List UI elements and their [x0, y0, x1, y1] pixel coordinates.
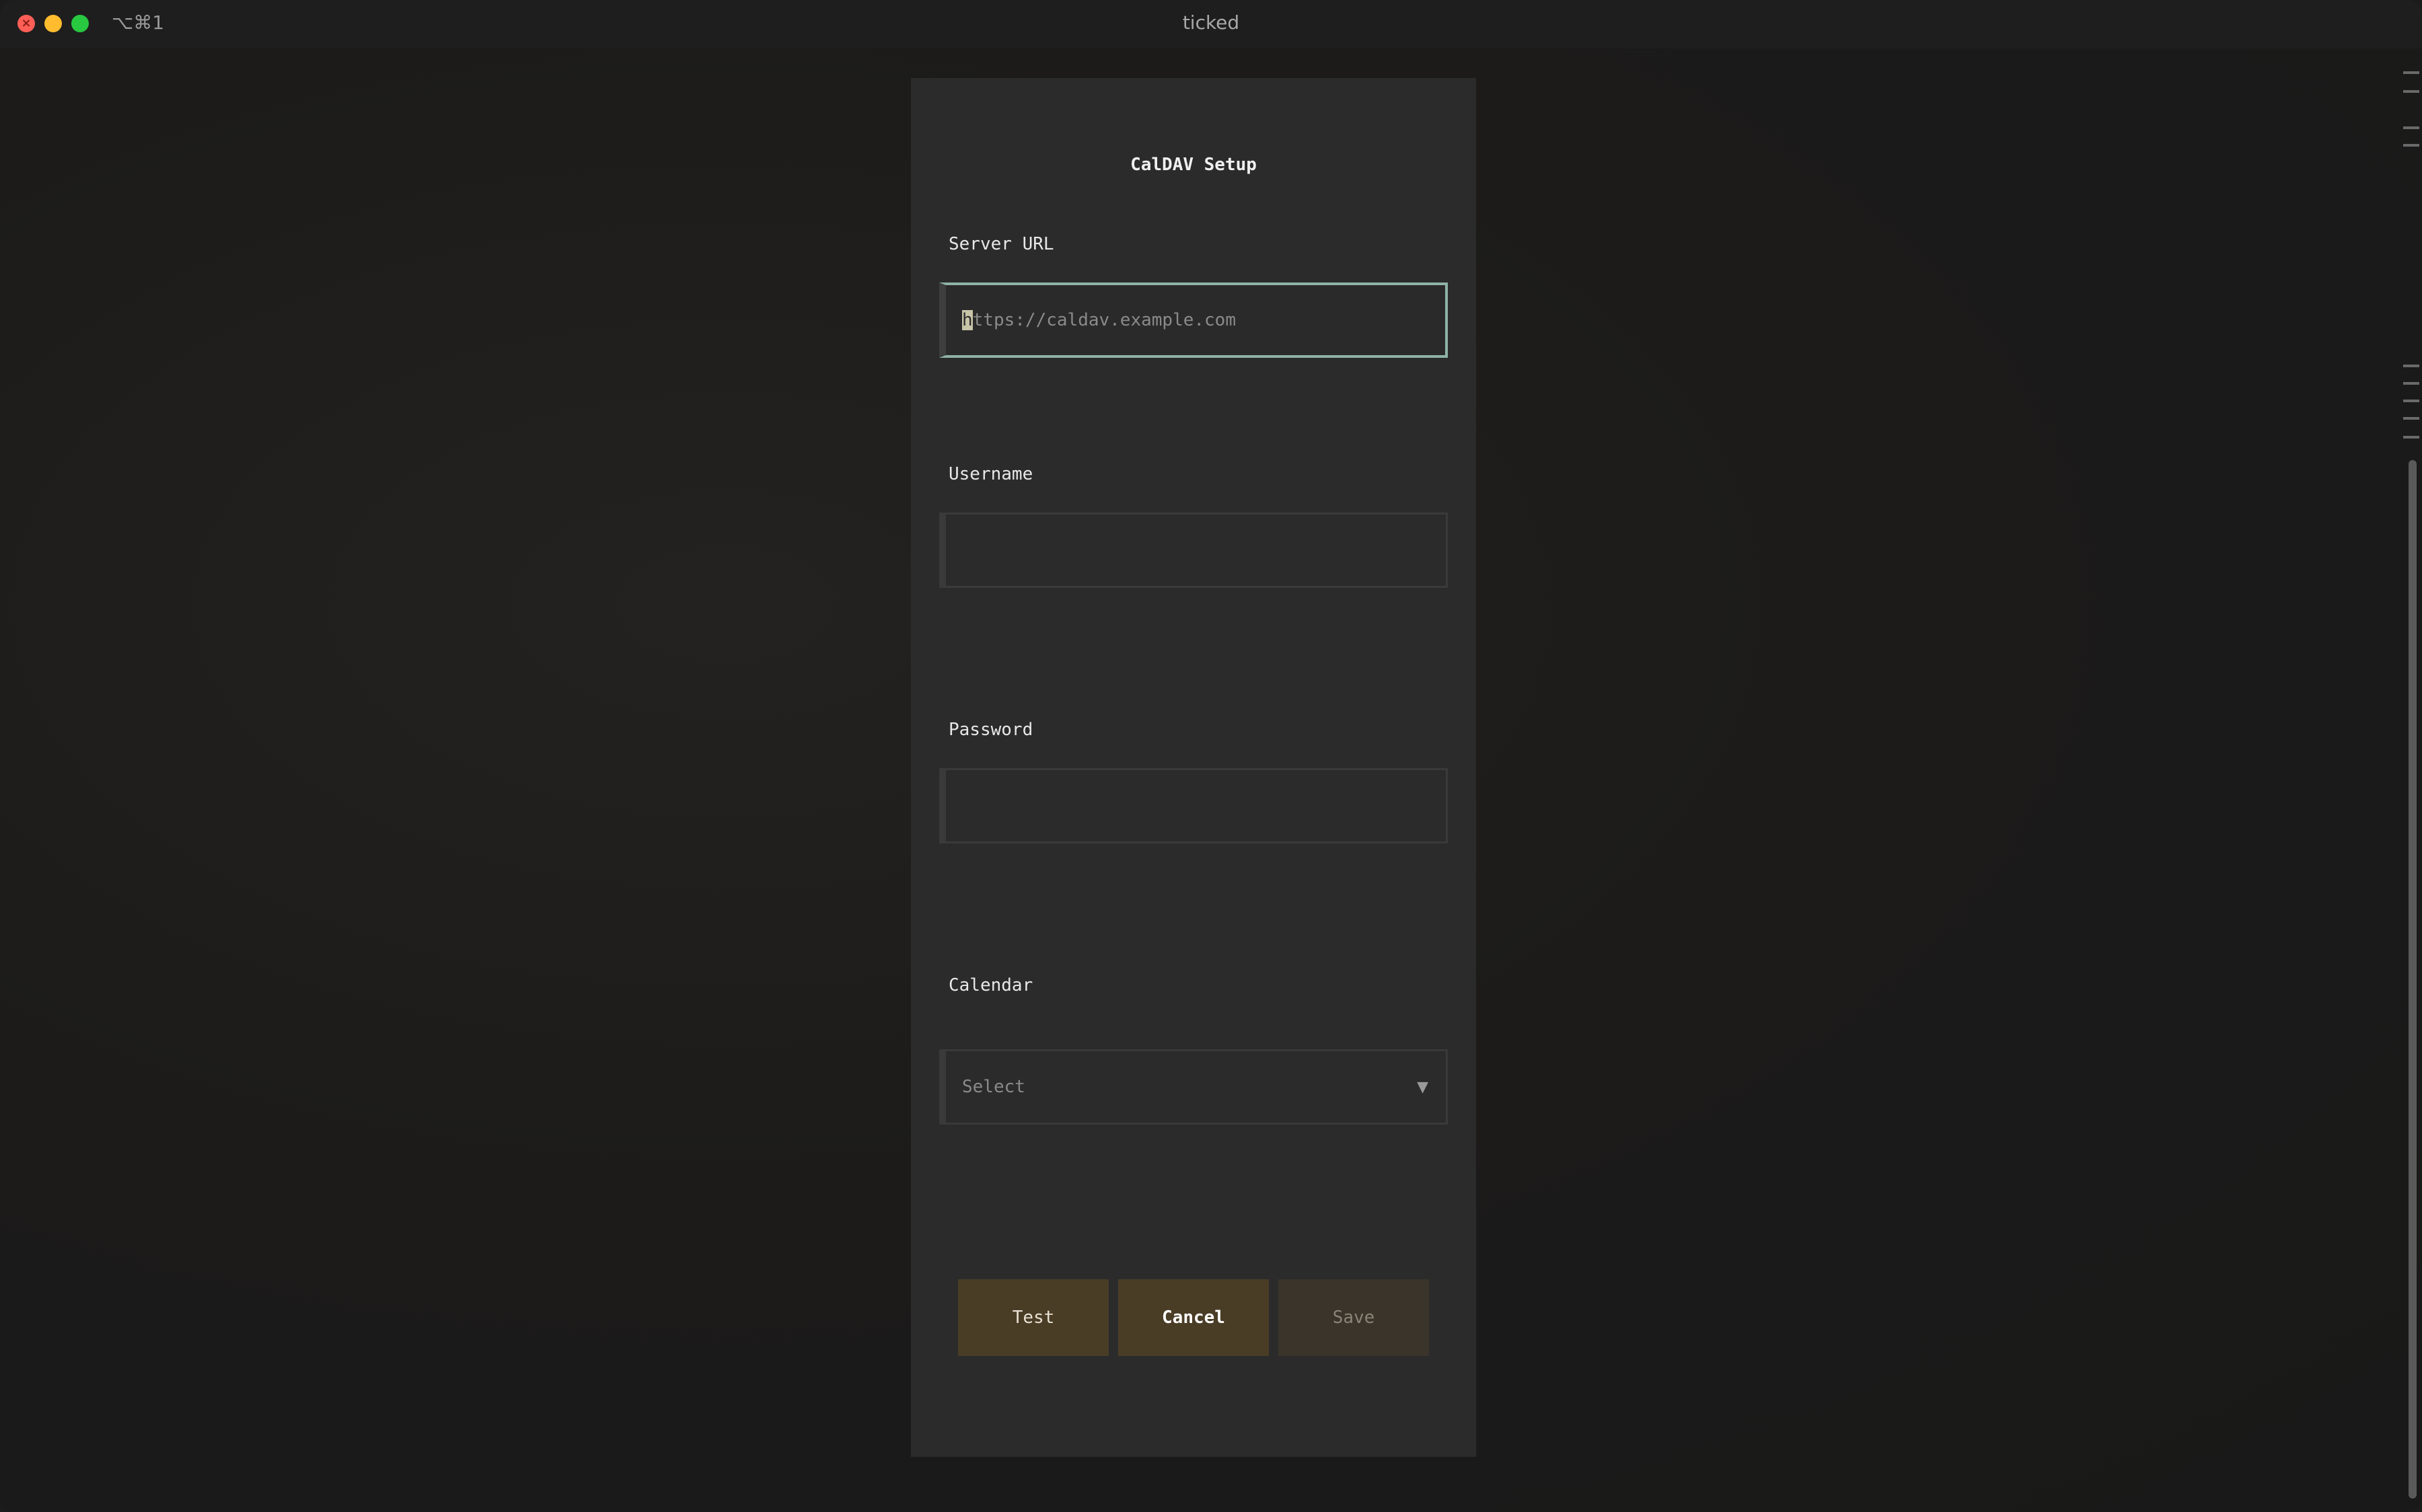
- server-url-label: Server URL: [949, 234, 1054, 254]
- scroll-marker: [2403, 365, 2419, 367]
- server-url-placeholder-text: ttps://caldav.example.com: [972, 310, 1236, 330]
- dialog-title: CalDAV Setup: [1130, 155, 1257, 175]
- window-title: ticked: [1182, 11, 1240, 34]
- username-value: [962, 515, 1430, 586]
- scrollbar[interactable]: [2399, 48, 2422, 1512]
- password-input[interactable]: [939, 768, 1448, 843]
- scroll-marker: [2403, 436, 2419, 439]
- calendar-select[interactable]: Select ▼: [939, 1049, 1448, 1125]
- scroll-marker: [2403, 144, 2419, 147]
- scroll-marker: [2403, 417, 2419, 420]
- server-url-placeholder: h ttps://caldav.example.com: [962, 285, 1429, 355]
- scroll-marker: [2403, 90, 2419, 93]
- username-input[interactable]: [939, 513, 1448, 588]
- scroll-marker: [2403, 400, 2419, 402]
- text-cursor: h: [962, 310, 973, 330]
- calendar-selected-value: Select: [962, 1077, 1025, 1097]
- password-value: [962, 770, 1430, 841]
- test-button[interactable]: Test: [958, 1279, 1109, 1356]
- password-label: Password: [949, 720, 1033, 740]
- chevron-down-icon: ▼: [1417, 1078, 1428, 1096]
- calendar-label: Calendar: [949, 975, 1033, 995]
- scrollbar-thumb[interactable]: [2409, 460, 2417, 1499]
- scroll-marker: [2403, 71, 2419, 74]
- username-label: Username: [949, 464, 1033, 484]
- caldav-setup-dialog: CalDAV Setup Server URL h ttps://caldav.e…: [911, 78, 1476, 1457]
- cancel-button[interactable]: Cancel: [1118, 1279, 1269, 1356]
- save-button[interactable]: Save: [1278, 1279, 1429, 1356]
- server-url-input[interactable]: h ttps://caldav.example.com: [939, 282, 1448, 358]
- title-bar: × ⌥⌘1 ticked: [0, 0, 2422, 48]
- scroll-marker: [2403, 126, 2419, 129]
- app-window: × ⌥⌘1 ticked CalDAV Setup Server URL h tt…: [0, 0, 2422, 1512]
- scroll-marker: [2403, 382, 2419, 385]
